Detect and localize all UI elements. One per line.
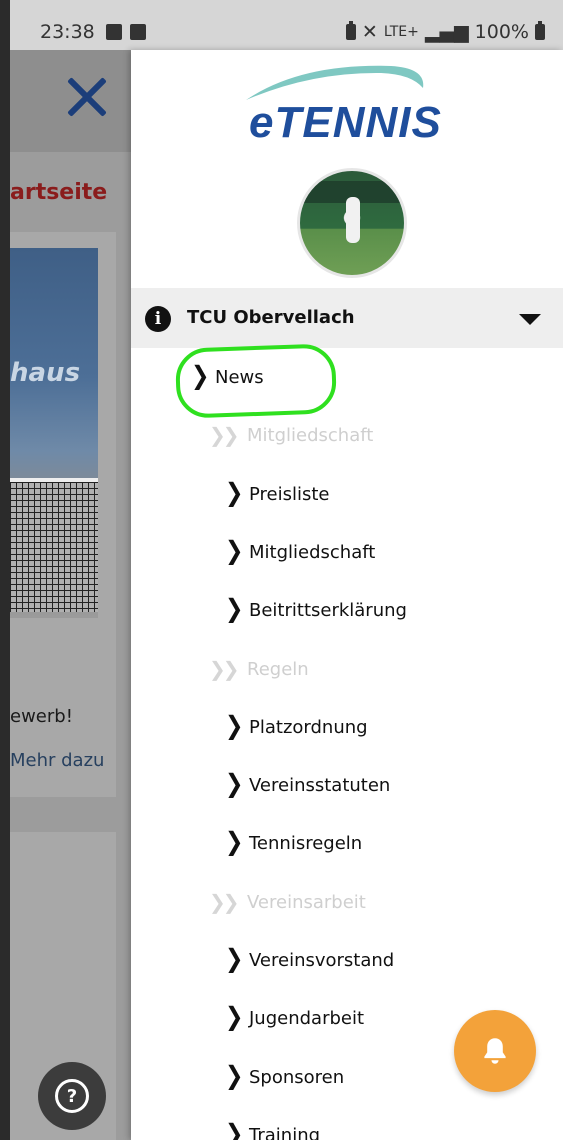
logo-text: eTENNIS: [249, 98, 442, 147]
status-time: 23:38: [40, 21, 95, 43]
menu-section-header: ❯❯ Vereinsarbeit: [209, 882, 366, 922]
notification-button[interactable]: [454, 1010, 536, 1092]
battery-level: 100%: [474, 21, 529, 43]
chevron-right-icon: ❯: [225, 1062, 244, 1091]
download-notification-icon: [130, 24, 146, 40]
menu-section-header: ❯❯ Mitgliedschaft: [209, 415, 373, 455]
menu-item[interactable]: ❯ Preisliste: [225, 474, 330, 514]
menu-item[interactable]: ❯ Platzordnung: [225, 707, 368, 747]
menu-item-label: Vereinsstatuten: [249, 774, 391, 796]
background-news-card: haus ewerb! Mehr dazu: [10, 232, 116, 797]
chevron-right-icon: ❯: [225, 537, 244, 566]
menu-item[interactable]: ❯ Jugendarbeit: [225, 998, 364, 1038]
menu-item[interactable]: ❯ Tennisregeln: [225, 823, 362, 863]
close-icon[interactable]: [62, 72, 112, 122]
menu-item[interactable]: ❯ Training: [225, 1115, 320, 1140]
menu-item[interactable]: ❯ Beitrittserklärung: [225, 590, 407, 630]
battery-saver-icon: [345, 21, 356, 40]
menu-item-label: Jugendarbeit: [249, 1007, 365, 1029]
double-chevron-right-icon: ❯❯: [209, 423, 240, 447]
help-button[interactable]: ?: [38, 1062, 106, 1130]
menu-section-label: Mitgliedschaft: [247, 424, 374, 446]
club-selector[interactable]: i TCU Obervellach: [131, 288, 563, 348]
menu-item[interactable]: ❯ Mitgliedschaft: [225, 532, 375, 572]
menu-item[interactable]: ❯ Sponsoren: [225, 1057, 344, 1097]
menu-item-label: Beitrittserklärung: [249, 599, 407, 621]
mute-icon: ✕: [361, 21, 378, 43]
menu-item[interactable]: ❯ Vereinsstatuten: [225, 765, 390, 805]
background-page: artseite haus ewerb! Mehr dazu ?: [10, 50, 131, 1140]
news-annotation-circle: [174, 343, 338, 419]
tennis-net-image: [10, 478, 98, 612]
menu-section-header: ❯❯ Regeln: [209, 649, 309, 689]
chevron-right-icon: ❯: [225, 595, 244, 624]
chevron-right-icon: ❯: [225, 1003, 244, 1032]
chevron-right-icon: ❯: [225, 828, 244, 857]
menu-section-label: Vereinsarbeit: [247, 891, 366, 913]
menu-item-label: Training: [249, 1124, 321, 1140]
menu-item-label: Vereinsvorstand: [249, 949, 395, 971]
background-photo-text: haus: [10, 358, 81, 388]
background-more-link: Mehr dazu: [10, 750, 105, 771]
network-type: LTE+: [383, 24, 419, 40]
chevron-right-icon: ❯: [225, 479, 244, 508]
background-start-link: artseite: [10, 180, 108, 205]
info-icon[interactable]: i: [145, 306, 171, 332]
background-header: [10, 50, 131, 152]
status-bar: 23:38 ✕ LTE+ ▂▄▆ 100%: [10, 0, 563, 50]
chevron-right-icon: ❯: [225, 1120, 244, 1140]
caret-down-icon[interactable]: [519, 314, 541, 325]
club-name: TCU Obervellach: [187, 307, 355, 328]
status-right: ✕ LTE+ ▂▄▆ 100%: [345, 21, 545, 43]
menu-item-label: Sponsoren: [249, 1066, 345, 1088]
menu-item-label: Platzordnung: [249, 716, 368, 738]
chevron-right-icon: ❯: [225, 770, 244, 799]
background-photo: haus: [10, 248, 98, 618]
signal-icon: ▂▄▆: [424, 21, 469, 43]
bell-icon: [484, 1038, 506, 1064]
menu-item-label: Mitgliedschaft: [249, 541, 376, 563]
double-chevron-right-icon: ❯❯: [209, 657, 240, 681]
avatar-player: [346, 197, 360, 243]
background-card-text: ewerb!: [10, 706, 73, 727]
club-avatar: [297, 168, 407, 278]
chevron-right-icon: ❯: [225, 712, 244, 741]
help-icon: ?: [55, 1079, 89, 1113]
chevron-right-icon: ❯: [225, 945, 244, 974]
gallery-notification-icon: [106, 24, 122, 40]
navigation-drawer: eTENNIS i TCU Obervellach ❯ News ❯❯ Mitglie…: [131, 50, 563, 1140]
phone-screen: 23:38 ✕ LTE+ ▂▄▆ 100% artseite haus ewer…: [10, 0, 563, 1140]
double-chevron-right-icon: ❯❯: [209, 890, 240, 914]
etennis-logo: eTENNIS: [241, 58, 461, 153]
battery-icon: [535, 21, 545, 40]
menu-item-label: Preisliste: [249, 483, 330, 505]
menu-item-label: Tennisregeln: [249, 832, 363, 854]
menu-item[interactable]: ❯ Vereinsvorstand: [225, 940, 394, 980]
menu-section-label: Regeln: [247, 658, 309, 680]
